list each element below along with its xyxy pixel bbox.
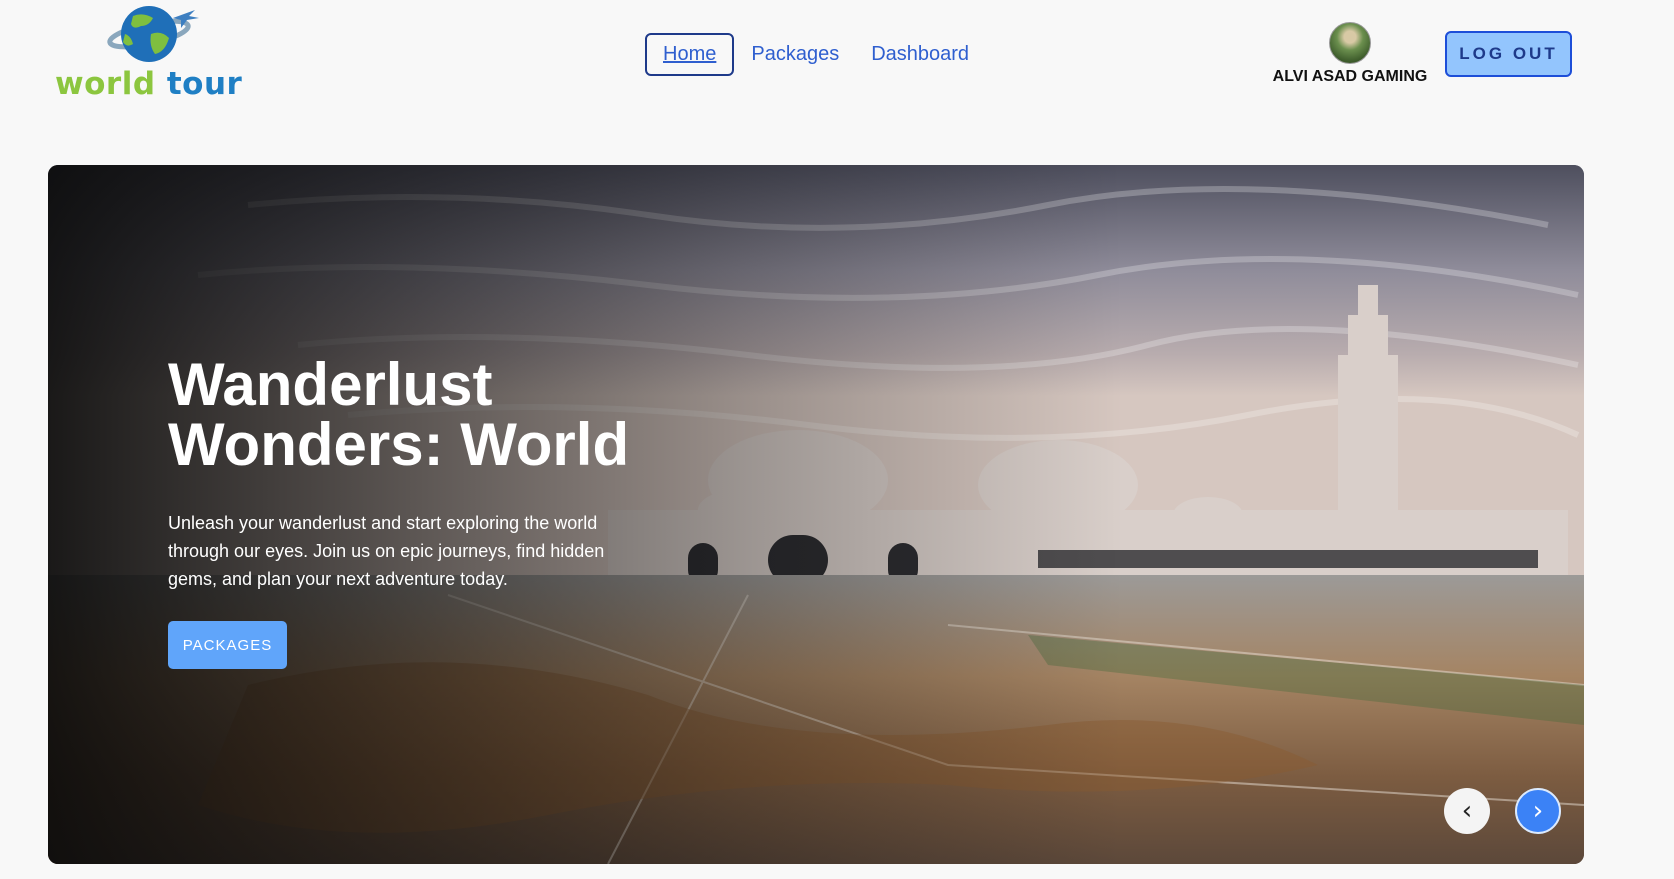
main-nav: Home Packages Dashboard bbox=[645, 31, 969, 78]
avatar[interactable] bbox=[1329, 22, 1371, 64]
brand-name: world tour bbox=[55, 66, 242, 102]
logout-button[interactable]: LOG OUT bbox=[1445, 31, 1572, 77]
hero-title: Wanderlust Wonders: World bbox=[168, 351, 630, 478]
globe-plane-icon bbox=[107, 6, 199, 62]
chevron-left-icon[interactable]: ‹ bbox=[1444, 788, 1490, 834]
hero-description: Unleash your wanderlust and start explor… bbox=[168, 513, 605, 589]
user-profile[interactable]: ALVI ASAD GAMING bbox=[1270, 22, 1430, 86]
hero-banner: Wanderlust Wonders: World Unleash your w… bbox=[48, 165, 1584, 864]
nav-home-link[interactable]: Home bbox=[645, 33, 735, 76]
brand-logo[interactable]: world tour bbox=[55, 4, 260, 106]
nav-dashboard-link[interactable]: Dashboard bbox=[871, 43, 969, 66]
packages-button[interactable]: PACKAGES bbox=[168, 621, 287, 669]
user-name: ALVI ASAD GAMING bbox=[1272, 68, 1428, 85]
brand-word-tour: tour bbox=[166, 66, 243, 102]
hero-content: Wanderlust Wonders: World Unleash your w… bbox=[168, 355, 648, 669]
chevron-right-icon[interactable]: › bbox=[1515, 788, 1561, 834]
nav-packages-link[interactable]: Packages bbox=[751, 43, 839, 66]
brand-word-world: world bbox=[55, 66, 156, 102]
